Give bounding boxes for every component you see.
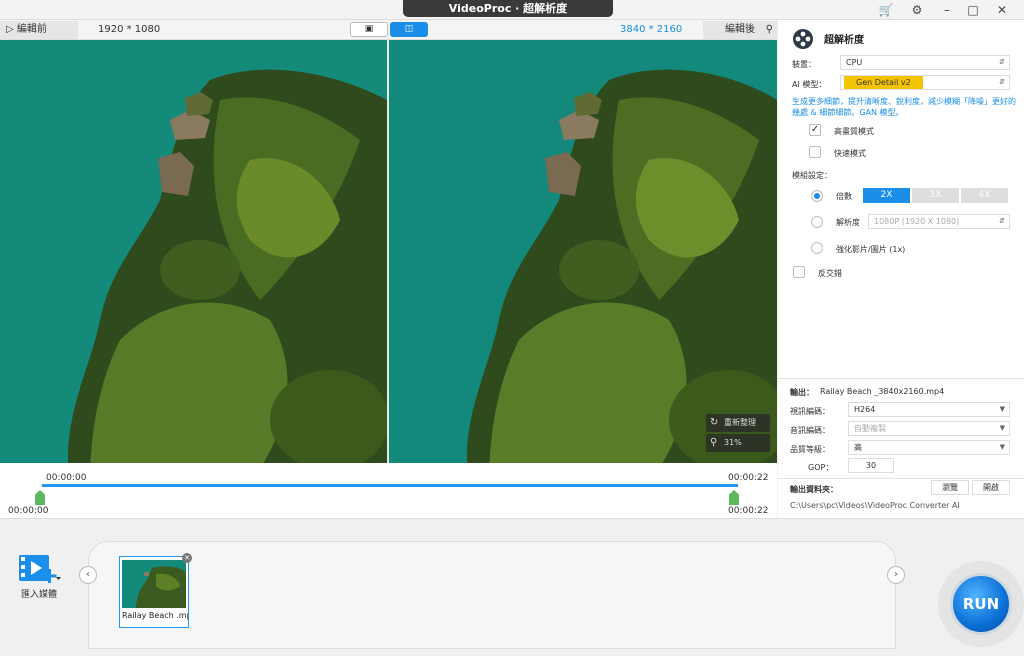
output-section: 輸出： Railay Beach _3840x2160.mp4 視訊編碼： H2… bbox=[778, 378, 1024, 518]
updown-arrow-icon: ⇵ bbox=[999, 58, 1005, 66]
timeline-track[interactable] bbox=[42, 484, 738, 487]
side-by-side-toggle[interactable]: ◫ bbox=[390, 22, 428, 37]
maximize-icon[interactable]: □ bbox=[964, 2, 982, 18]
after-tab[interactable]: 編輯後 ⚲ bbox=[703, 21, 777, 39]
zoom-button[interactable]: ⚲ 31% bbox=[706, 434, 770, 452]
film-reel-icon bbox=[792, 28, 814, 50]
clip-preview-image bbox=[122, 560, 186, 608]
hq-mode-label: 高畫質模式 bbox=[834, 127, 874, 136]
scroll-left-arrow-icon[interactable]: ‹ bbox=[79, 566, 97, 584]
divider bbox=[778, 478, 1024, 479]
end-time-top: 00:00:22 bbox=[728, 473, 769, 483]
before-label: 編輯前 bbox=[16, 24, 47, 35]
run-button[interactable]: RUN bbox=[950, 573, 1012, 635]
output-label: 輸出： bbox=[790, 388, 814, 397]
resolution-radio[interactable] bbox=[811, 216, 823, 228]
chevron-down-icon: ▼ bbox=[999, 405, 1005, 413]
split-view-toggle[interactable]: ▣ bbox=[350, 22, 388, 37]
gop-input[interactable]: 30 bbox=[848, 458, 894, 473]
divider bbox=[778, 378, 1024, 379]
resolution-label: 解析度 bbox=[836, 218, 860, 227]
audio-codec-value: 自動複製 bbox=[854, 424, 886, 433]
remove-clip-close-icon[interactable]: ✕ bbox=[182, 553, 192, 563]
panel-title: 超解析度 bbox=[824, 35, 864, 46]
end-time-bottom: 00:00:22 bbox=[728, 506, 769, 516]
reset-label: 重新整理 bbox=[724, 418, 756, 427]
output-folder-label: 輸出資料夾： bbox=[790, 485, 838, 494]
zoom-label: 31% bbox=[724, 438, 742, 447]
play-icon: ▷ bbox=[6, 24, 14, 35]
chevron-down-icon: ▼ bbox=[999, 443, 1005, 451]
settings-panel: 超解析度 裝置： CPU ⇵ AI 模型： Gen Detail v2 ⇵ 生成… bbox=[778, 20, 1024, 518]
video-codec-value: H264 bbox=[854, 405, 876, 414]
refresh-icon: ↻ bbox=[710, 417, 719, 428]
model-select[interactable]: Gen Detail v2 ⇵ bbox=[840, 75, 1010, 90]
deinterlace-checkbox[interactable] bbox=[793, 266, 805, 278]
window-title: VideoProc · 超解析度 bbox=[403, 0, 613, 17]
model-label: AI 模型： bbox=[792, 80, 827, 89]
media-area: 匯入媒體 ‹ › Railay Beach .mp4 ✕ RUN bbox=[0, 518, 1024, 656]
video-codec-label: 視訊編碼： bbox=[790, 407, 830, 416]
resolution-value: 1080P (1920 X 1080) bbox=[874, 217, 960, 226]
import-media-label: 匯入媒體 bbox=[20, 590, 57, 600]
after-resolution: 3840 * 2160 bbox=[620, 24, 683, 35]
audio-codec-select[interactable]: 自動複製 ▼ bbox=[848, 421, 1010, 436]
timeline: 00:00:00 00:00:22 00:00:00 00:00:22 bbox=[0, 463, 777, 518]
after-label: 編輯後 bbox=[725, 24, 755, 35]
cart-icon[interactable]: 🛒 bbox=[877, 2, 895, 18]
scroll-right-arrow-icon[interactable]: › bbox=[887, 566, 905, 584]
multiplier-radio[interactable] bbox=[811, 190, 823, 202]
trim-start-handle[interactable] bbox=[35, 490, 45, 505]
media-clip-thumbnail[interactable]: Railay Beach .mp4 ✕ bbox=[119, 553, 192, 628]
minimize-icon[interactable]: – bbox=[938, 2, 956, 18]
before-tab[interactable]: ▷ 編輯前 bbox=[0, 21, 78, 39]
preview-panel: ▷ 編輯前 1920 * 1080 ▣ ◫ 3840 * 2160 編輯後 ⚲ bbox=[0, 20, 777, 518]
browse-button[interactable]: 瀏覽 bbox=[931, 480, 969, 495]
fast-mode-label: 快速模式 bbox=[834, 149, 866, 158]
deinterlace-label: 反交錯 bbox=[818, 269, 842, 278]
chevron-down-icon: ▼ bbox=[999, 424, 1005, 432]
video-codec-select[interactable]: H264 ▼ bbox=[848, 402, 1010, 417]
scale-3x-button[interactable]: 3X bbox=[912, 188, 959, 203]
scale-2x-button[interactable]: 2X bbox=[863, 188, 910, 203]
enhance-radio[interactable] bbox=[811, 242, 823, 254]
model-value: Gen Detail v2 bbox=[844, 76, 923, 89]
preview-header: ▷ 編輯前 1920 * 1080 ▣ ◫ 3840 * 2160 編輯後 ⚲ bbox=[0, 20, 777, 40]
before-image bbox=[0, 40, 387, 483]
device-value: CPU bbox=[846, 58, 863, 67]
scale-settings-label: 模組設定： bbox=[792, 171, 832, 180]
quality-select[interactable]: 高 ▼ bbox=[848, 440, 1010, 455]
quality-label: 品質等級： bbox=[790, 445, 830, 454]
output-folder-path: C:\Users\pc\Videos\VideoProc Converter A… bbox=[790, 501, 960, 510]
before-resolution: 1920 * 1080 bbox=[98, 24, 161, 35]
updown-arrow-icon: ⇵ bbox=[999, 78, 1005, 86]
hq-mode-checkbox[interactable]: ✓ bbox=[809, 124, 821, 136]
quality-value: 高 bbox=[854, 443, 862, 452]
model-description: 生成更多細節，提升清晰度、銳利度，減少模糊「降噪」更好的幾處 & 細節細節。GA… bbox=[792, 97, 1016, 117]
reset-button[interactable]: ↻ 重新整理 bbox=[706, 414, 770, 432]
scale-4x-button[interactable]: 4X bbox=[961, 188, 1008, 203]
add-video-icon bbox=[19, 555, 61, 583]
gop-label: GOP： bbox=[808, 463, 834, 472]
title-bar: VideoProc · 超解析度 🛒 ⚙ – □ ✕ bbox=[0, 0, 1024, 20]
device-label: 裝置： bbox=[792, 60, 816, 69]
zoom-icon: ⚲ bbox=[710, 437, 718, 448]
settings-gear-icon[interactable]: ⚙ bbox=[908, 2, 926, 18]
open-folder-button[interactable]: 開啟 bbox=[972, 480, 1010, 495]
resolution-select[interactable]: 1080P (1920 X 1080) ⇵ bbox=[868, 214, 1010, 229]
start-time-top: 00:00:00 bbox=[46, 473, 87, 483]
multiplier-label: 倍數 bbox=[836, 192, 852, 201]
trim-end-handle[interactable] bbox=[729, 490, 739, 505]
fast-mode-checkbox[interactable] bbox=[809, 146, 821, 158]
search-icon: ⚲ bbox=[765, 24, 773, 35]
enhance-label: 強化影片/圖片 (1x) bbox=[836, 245, 906, 254]
output-filename: Railay Beach _3840x2160.mp4 bbox=[820, 387, 945, 396]
device-select[interactable]: CPU ⇵ bbox=[840, 55, 1010, 70]
media-strip bbox=[88, 541, 896, 649]
updown-arrow-icon: ⇵ bbox=[999, 217, 1005, 225]
audio-codec-label: 音訊編碼： bbox=[790, 426, 830, 435]
close-icon[interactable]: ✕ bbox=[993, 2, 1011, 18]
start-time-bottom: 00:00:00 bbox=[8, 506, 49, 516]
clip-name: Railay Beach .mp4 bbox=[122, 611, 188, 620]
